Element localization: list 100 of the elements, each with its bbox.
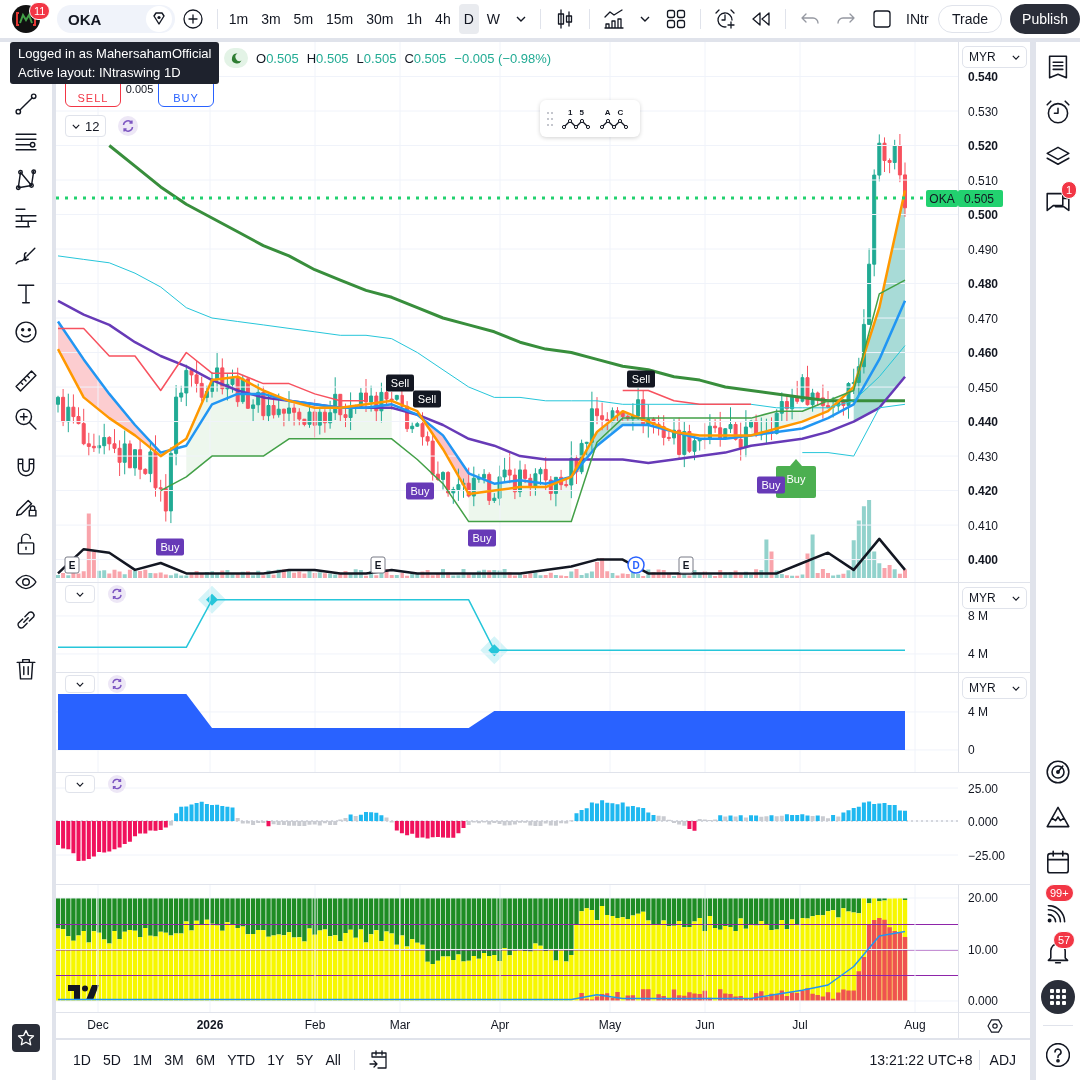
sync-icon[interactable] bbox=[108, 775, 126, 793]
currency-dropdown[interactable]: MYR bbox=[962, 587, 1027, 609]
target-icon[interactable] bbox=[1046, 759, 1070, 784]
range-button[interactable]: 3M bbox=[159, 1046, 189, 1074]
pattern-nodes-icon[interactable] bbox=[15, 169, 37, 191]
price-axis-label: 0.450 bbox=[968, 380, 999, 395]
notification-badge: 11 bbox=[29, 2, 51, 20]
apps-grid-icon[interactable] bbox=[1041, 979, 1075, 1014]
axis-label: 20.00 bbox=[968, 891, 999, 906]
price-axis-label: 0.530 bbox=[968, 104, 999, 119]
interval-button[interactable]: 3m bbox=[256, 4, 286, 34]
calendar-arrow-icon[interactable] bbox=[369, 1050, 389, 1070]
wave-tool-button[interactable]: 1 5 bbox=[561, 108, 591, 129]
alarm-clock-plus-icon[interactable] bbox=[715, 9, 735, 29]
range-button[interactable]: All bbox=[320, 1046, 346, 1074]
interval-button[interactable]: 15m bbox=[321, 4, 359, 34]
link-icon[interactable] bbox=[15, 609, 37, 631]
calendar-icon[interactable] bbox=[1046, 849, 1070, 874]
text-tool-icon[interactable] bbox=[15, 283, 37, 305]
ruler-icon[interactable] bbox=[15, 370, 37, 392]
sell-signal-label: Sell bbox=[386, 374, 414, 392]
interval-button[interactable]: 1m bbox=[223, 4, 254, 34]
brush-icon[interactable] bbox=[15, 245, 37, 267]
moon-icon[interactable] bbox=[224, 48, 248, 68]
lock-icon[interactable] bbox=[15, 533, 37, 555]
smiley-icon[interactable] bbox=[15, 321, 37, 343]
notification-badge: 99+ bbox=[1045, 884, 1074, 902]
range-button[interactable]: YTD bbox=[222, 1046, 261, 1074]
currency-dropdown[interactable]: MYR bbox=[962, 46, 1027, 68]
bookmark-list-icon[interactable] bbox=[1046, 54, 1070, 79]
candlestick-icon[interactable] bbox=[555, 9, 575, 29]
price-axis-label: 0.520 bbox=[968, 139, 999, 153]
range-button[interactable]: 1Y bbox=[262, 1046, 290, 1074]
sell-signal-label: Sell bbox=[627, 370, 655, 388]
alarm-clock-icon[interactable] bbox=[1046, 99, 1070, 124]
bar-chart-line-icon[interactable] bbox=[604, 9, 624, 29]
event-marker[interactable]: E bbox=[64, 556, 80, 574]
symbol-search-field[interactable]: OKA bbox=[57, 5, 175, 33]
interval-button[interactable]: D bbox=[458, 4, 479, 34]
range-button[interactable]: 5Y bbox=[291, 1046, 319, 1074]
time-axis-label: 2026 bbox=[196, 1018, 224, 1032]
range-button[interactable]: 1D bbox=[68, 1046, 96, 1074]
interval-button[interactable]: W bbox=[481, 4, 505, 34]
ohlc-value: C0.505 bbox=[404, 50, 447, 66]
notification-badge: 57 bbox=[1053, 931, 1076, 949]
square-icon[interactable] bbox=[872, 9, 892, 29]
mountains-icon[interactable] bbox=[1046, 804, 1070, 829]
price-axis-label: 0.510 bbox=[968, 173, 999, 188]
grid-icon[interactable] bbox=[666, 9, 686, 29]
line-tool-icon[interactable] bbox=[15, 93, 37, 115]
wave-tool-button[interactable]: A C bbox=[599, 108, 629, 129]
range-button[interactable]: 6M bbox=[190, 1046, 221, 1074]
price-axis-label: 0.480 bbox=[968, 277, 999, 292]
interval-button[interactable]: 30m bbox=[361, 4, 399, 34]
interval-button[interactable]: 5m bbox=[288, 4, 319, 34]
range-button[interactable]: 5D bbox=[97, 1046, 126, 1074]
settings-icon[interactable] bbox=[986, 1018, 1003, 1033]
chevron-down-icon bbox=[1012, 595, 1020, 601]
price-axis-label: 0.420 bbox=[968, 484, 999, 499]
logo-icon bbox=[68, 985, 99, 1000]
sync-icon[interactable] bbox=[108, 675, 126, 693]
sell-signal-label: Sell bbox=[413, 390, 441, 408]
help-icon[interactable] bbox=[1046, 1042, 1070, 1067]
publish-button[interactable]: Publish bbox=[1010, 4, 1080, 34]
levels-icon[interactable] bbox=[15, 207, 37, 229]
zoom-in-icon[interactable] bbox=[15, 408, 37, 430]
chevron-down-icon[interactable] bbox=[640, 16, 650, 22]
time-axis-label: Feb bbox=[304, 1018, 326, 1032]
trade-button[interactable]: Trade bbox=[938, 5, 1003, 33]
drag-handle-icon[interactable] bbox=[547, 111, 553, 126]
chevron-down-icon bbox=[76, 591, 84, 597]
horizontal-lines-icon[interactable] bbox=[15, 131, 37, 153]
event-marker[interactable]: E bbox=[370, 556, 386, 574]
event-marker[interactable]: E bbox=[678, 556, 694, 574]
indicators-toggle-button[interactable]: 12 bbox=[65, 115, 107, 137]
interval-button[interactable]: 1h bbox=[401, 4, 428, 34]
ohlc-value: H0.505 bbox=[306, 50, 349, 66]
layout-name-text[interactable]: INtr bbox=[906, 11, 936, 27]
event-marker[interactable]: D bbox=[627, 556, 645, 574]
price-axis-label: 0.500 bbox=[968, 208, 999, 222]
axis-label: 10.00 bbox=[968, 943, 999, 957]
range-button[interactable]: 1M bbox=[127, 1046, 158, 1074]
clock-text: 13:21:22 UTC+8 bbox=[869, 1052, 973, 1068]
last-price-tag: 0.505 bbox=[958, 190, 1003, 207]
plus-circle-icon[interactable] bbox=[182, 9, 203, 29]
magnet-icon[interactable] bbox=[15, 457, 37, 479]
trash-icon[interactable] bbox=[15, 658, 37, 680]
sync-icon[interactable] bbox=[108, 585, 126, 603]
adjustment-button[interactable]: ADJ bbox=[985, 1046, 1020, 1074]
diamond-marker-icon bbox=[480, 636, 509, 665]
notification-badge: 1 bbox=[1061, 181, 1078, 199]
chevron-down-icon[interactable] bbox=[516, 16, 526, 22]
axis-label: 4 M bbox=[968, 705, 988, 720]
interval-button[interactable]: 4h bbox=[430, 4, 456, 34]
time-axis-label: Jul bbox=[792, 1018, 808, 1032]
currency-dropdown[interactable]: MYR bbox=[962, 677, 1027, 699]
buy-signal-label: Buy bbox=[757, 476, 785, 494]
sync-icon[interactable] bbox=[118, 116, 138, 136]
ohlc-value: L0.505 bbox=[356, 50, 397, 66]
chevron-down-icon bbox=[72, 123, 80, 129]
